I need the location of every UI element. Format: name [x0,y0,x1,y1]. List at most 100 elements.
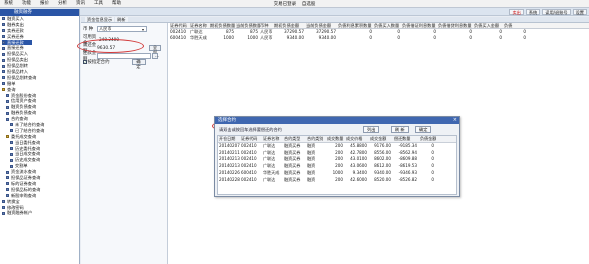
document-icon [6,182,9,186]
document-icon [2,23,5,27]
debt-grid-header-cell[interactable]: 期初负债金额 [274,23,306,28]
table-row[interactable]: 20140213 002410 广联达 融资买券 融资 200 43.0600 8612.00… [218,163,456,170]
table-cell: 9.3400 [352,169,367,175]
close-icon[interactable]: × [453,117,457,124]
table-cell: 002410 [241,142,257,148]
debt-grid-header-cell[interactable]: 币种 [260,23,274,28]
debt-grid-header-cell[interactable]: 负债借证利息数量 [402,23,438,28]
table-cell: 600410 [170,35,186,40]
table-cell: 200 [335,163,343,169]
dialog-table-body: 20140207 002410 广联达 融资买券 融资 200 45.8800 9176.00… [218,143,456,184]
table-cell: 8602.00 [374,156,391,162]
debt-grid-header-cell[interactable]: 负债买入数量 [374,23,402,28]
debt-grid-header-cell[interactable]: 当前负债数量 [236,23,260,28]
dialog-refresh-button[interactable]: 刷 新 [391,126,409,133]
document-icon [6,194,9,198]
table-cell: 0 [469,35,472,40]
toolbar-button-system[interactable]: 系统 [525,9,541,15]
ellipsis-button[interactable]: ... [152,53,159,59]
table-cell: 9340.00 [318,35,336,40]
document-icon [10,147,13,151]
document-icon [10,164,13,168]
dialog-list-button[interactable]: 列出 [363,126,380,133]
table-cell: 融资 [307,163,316,169]
dialog-ok-button[interactable]: 确定 [415,126,432,133]
ok-button[interactable]: 确定 [131,59,146,68]
table-cell: 002410 [241,163,257,169]
table-row[interactable]: 20140207 002410 广联达 融资买券 融资 200 45.8800 9176.00… [218,143,456,150]
table-cell: 0 [369,35,372,40]
sidebar-item-label: 融资融券帐户 [7,210,33,216]
table-cell: 20140213 [219,163,240,169]
document-icon [2,64,5,68]
tab-funds-info[interactable]: 资金信息显示 [85,17,115,22]
table-cell: 1000 [332,169,343,175]
table-row[interactable]: 600410 华胜天成 1000 1000 人民币 9340.00 9340.00 0 0 0 0 0… [170,35,589,41]
table-row[interactable]: 20140226 600410 华胜天成 融资买券 融资 1000 9.3400 9340.0… [218,170,456,177]
folder-icon [2,88,5,92]
dialog-header-cell[interactable]: 成交价格 [345,136,369,142]
sidebar-item[interactable]: 融资融券帐户 [2,210,79,216]
dialog-table-header: 开仓日期 证券代码 证券名称 合约类型 合约类别 成交数量 成交价格 成交金额 偿还数量 负债金额 [218,136,456,143]
table-cell: 融资买券 [284,156,301,162]
table-cell: 200 [335,142,343,148]
dialog-prompt: 请双击或按回车选择要偿还的合约 [219,127,282,132]
document-icon [10,141,13,145]
table-cell: 人民币 [260,35,273,40]
dialog-header-cell[interactable]: 偿还数量 [393,136,419,142]
tab-refresh[interactable]: 刷新 [115,17,128,22]
dialog-header-cell[interactable]: 成交数量 [326,136,345,142]
menu-function[interactable]: 功能 [22,0,31,8]
document-icon [2,205,5,209]
toolbar-button-sell[interactable]: 卖出 [509,9,524,15]
debt-grid-header-cell[interactable]: 负债买入金额 [474,23,504,28]
debt-grid-header-cell[interactable]: 期初负债数量 [210,23,236,28]
table-cell: 华胜天成 [190,35,207,40]
dialog-header-cell[interactable]: 证券名称 [262,136,283,142]
dialog-header-cell[interactable]: 开仓日期 [218,136,240,142]
debt-grid-header-cell[interactable]: 负债利息累积数量 [338,23,374,28]
chevron-down-icon[interactable]: ▾ [142,27,144,32]
document-icon [2,200,5,204]
table-cell: 1000 [247,35,258,40]
debt-grid-header-cell[interactable]: 证券代码 [170,23,190,28]
toolbar-button-account[interactable]: 读用/退账号 [542,9,571,15]
table-cell: 8612.00 [374,163,391,169]
table-cell: -9346.93 [398,169,417,175]
sidebar-title: 融资融券 [0,9,79,16]
menu-tools[interactable]: 工具 [94,0,103,8]
contract-select-dialog: 选择合约 × 请双击或按回车选择要偿还的合约 列出 刷 新 确定 开仓日期 证券代… [214,116,460,197]
dialog-command-bar: 请双击或按回车选择要偿还的合约 列出 刷 新 确定 [217,126,457,133]
debt-grid-header-cell[interactable]: 负债 [504,23,528,28]
currency-select[interactable]: 人民币 [97,26,147,32]
document-icon [2,82,5,86]
table-cell: 20140213 [219,156,240,162]
dialog-header-cell[interactable]: 证券代码 [240,136,262,142]
table-row[interactable]: 20140211 002410 广联达 融资买券 融资 200 42.7800 8556.00… [218,150,456,157]
table-cell: 002410 [241,149,257,155]
table-row[interactable]: 20140213 002410 广联达 融资买券 融资 200 43.0100 8602.00… [218,156,456,163]
contract-checkbox[interactable] [83,60,87,64]
table-cell: 融资买券 [284,176,301,182]
table-cell: 广联达 [263,163,276,169]
table-cell: 002410 [241,156,257,162]
menu-news[interactable]: 资讯 [76,0,85,8]
dialog-header-cell[interactable]: 成交金额 [369,136,393,142]
debt-grid-header-cell[interactable]: 负债借贷利息数量 [438,23,474,28]
table-row[interactable]: 20140228 002410 广联达 融资买券 融资 200 42.6000 8520.00… [218,177,456,184]
menu-system[interactable]: 系统 [4,0,13,8]
debt-grid-header-cell[interactable]: 当前负债金额 [306,23,338,28]
dialog-header-cell[interactable]: 负债金额 [419,136,436,142]
menu-help[interactable]: 帮助 [112,0,121,8]
document-icon [6,94,9,98]
dialog-header-cell[interactable]: 合约类型 [283,136,306,142]
toolbar-button-settings[interactable]: 设置 [572,9,587,15]
debt-grid-header-cell[interactable]: 证券名称 [190,23,210,28]
menu-quote[interactable]: 报价 [40,0,49,8]
menu-analysis[interactable]: 分析 [58,0,67,8]
table-cell: 1000 [223,35,234,40]
table-cell: 0 [499,35,502,40]
table-cell: 0 [431,169,434,175]
dialog-header-cell[interactable]: 合约类别 [306,136,326,142]
table-cell: 融资 [307,149,316,155]
